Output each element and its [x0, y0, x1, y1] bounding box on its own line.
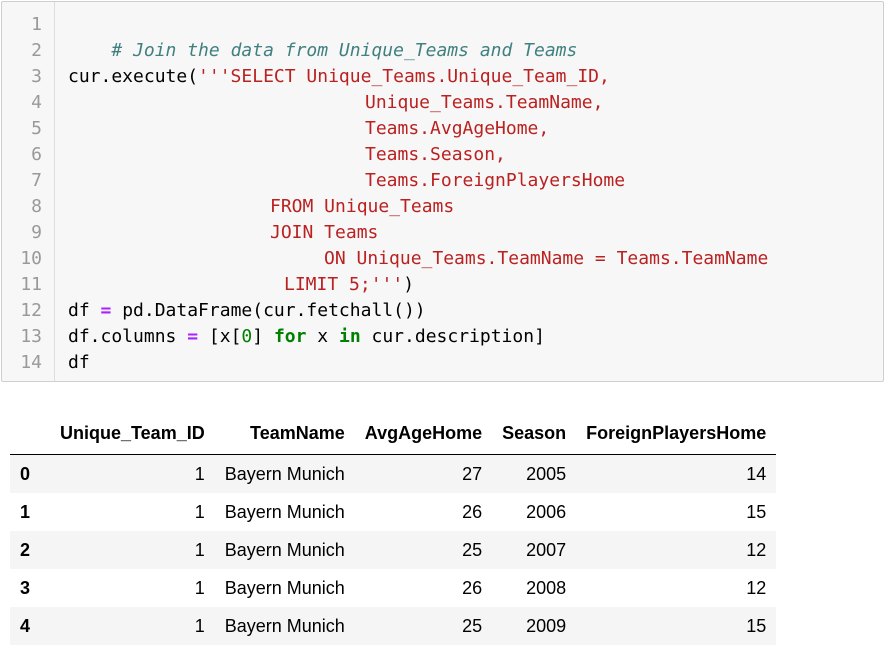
code-text: x	[306, 326, 339, 347]
column-header: TeamName	[214, 412, 355, 455]
code-line-1[interactable]: # Join the data from Unique_Teams and Te…	[68, 12, 577, 61]
row-index: 1	[20, 501, 31, 522]
code-line-9[interactable]: JOIN Teams	[270, 220, 378, 246]
cell-team-name: Bayern Munich	[224, 539, 345, 560]
code-line-5[interactable]: Teams.AvgAgeHome,	[365, 116, 549, 142]
code-operator: =	[100, 300, 112, 321]
cell-season: 2008	[526, 577, 567, 598]
cell-season: 2005	[526, 463, 567, 484]
dataframe-table: Unique_Team_ID TeamName AvgAgeHome Seaso…	[10, 412, 777, 645]
column-header: Unique_Team_ID	[50, 412, 215, 455]
cell-unique-team-id: 1	[194, 577, 205, 598]
sql-string: Teams.ForeignPlayersHome	[365, 170, 626, 191]
table-row: 2 1 Bayern Munich 25 2007 12	[10, 531, 777, 569]
line-number: 12	[20, 300, 42, 321]
sql-string: Teams.Season,	[365, 144, 506, 165]
cell-avg-age-home: 26	[462, 577, 483, 598]
cell-unique-team-id: 1	[194, 501, 205, 522]
code-line-4[interactable]: Unique_Teams.TeamName,	[365, 90, 603, 116]
cell-unique-team-id: 1	[194, 463, 205, 484]
sql-string: Teams.AvgAgeHome,	[365, 118, 550, 139]
sql-string: JOIN Teams	[270, 222, 379, 243]
cell-team-name: Bayern Munich	[224, 501, 345, 522]
sql-string: Unique_Teams.TeamName,	[365, 92, 604, 113]
cell-unique-team-id: 1	[194, 539, 205, 560]
table-row: 1 1 Bayern Munich 26 2006 15	[10, 493, 776, 531]
output-area: Unique_Team_ID TeamName AvgAgeHome Seaso…	[10, 412, 777, 645]
cell-team-name: Bayern Munich	[224, 577, 345, 598]
cell-avg-age-home: 26	[462, 501, 483, 522]
column-header: AvgAgeHome	[354, 412, 493, 455]
code-line-11[interactable]: LIMIT 5;''')	[284, 272, 414, 298]
line-number: 3	[31, 66, 42, 87]
cell-team-name: Bayern Munich	[224, 615, 345, 636]
code-text: df	[68, 300, 101, 321]
row-index: 4	[20, 615, 31, 636]
code-text: pd.DataFrame(cur.fetchall())	[111, 300, 426, 321]
cell-foreign-players-home: 12	[746, 577, 767, 598]
index-header	[10, 412, 50, 455]
cell-season: 2007	[526, 539, 567, 560]
code-line-14[interactable]: df	[68, 350, 90, 376]
code-text: df.columns	[68, 326, 188, 347]
line-number: 5	[31, 118, 42, 139]
column-header: Season	[492, 412, 577, 455]
code-cell[interactable]: 1 2 3 4 5 6 7 8 9 10 11 12 13 14 # Join …	[1, 1, 884, 382]
row-index: 3	[20, 577, 31, 598]
code-line-13[interactable]: df.columns = [x[0] for x in cur.descript…	[68, 324, 545, 350]
line-number: 13	[20, 326, 42, 347]
column-header: ForeignPlayersHome	[576, 412, 777, 455]
table-header-row: Unique_Team_ID TeamName AvgAgeHome Seaso…	[10, 412, 777, 455]
cell-avg-age-home: 27	[462, 463, 483, 484]
line-number: 4	[31, 92, 42, 113]
cell-foreign-players-home: 15	[746, 501, 767, 522]
line-number: 2	[31, 40, 42, 61]
code-call: cur.execute(	[68, 66, 199, 87]
code-keyword: in	[338, 326, 361, 347]
line-number: 11	[20, 274, 42, 295]
line-number: 7	[31, 170, 42, 191]
sql-string: ON Unique_Teams.TeamName = Teams.TeamNam…	[324, 248, 769, 269]
table-row: 4 1 Bayern Munich 25 2009 15	[10, 607, 777, 645]
sql-string: '''SELECT Unique_Teams.Unique_Team_ID,	[198, 66, 610, 87]
table-row: 3 1 Bayern Munich 26 2008 12	[10, 569, 776, 607]
code-line-8[interactable]: FROM Unique_Teams	[270, 194, 454, 220]
code-line-7[interactable]: Teams.ForeignPlayersHome	[365, 168, 625, 194]
code-number: 0	[241, 326, 253, 347]
row-index: 2	[20, 539, 31, 560]
sql-string: FROM Unique_Teams	[270, 196, 455, 217]
code-text: [x[	[198, 326, 242, 347]
row-index: 0	[20, 463, 31, 484]
line-number: 9	[31, 222, 42, 243]
line-number: 10	[20, 248, 42, 269]
code-keyword: for	[273, 326, 307, 347]
code-text: cur.description]	[360, 326, 545, 347]
line-number: 8	[31, 196, 42, 217]
code-operator: =	[187, 326, 199, 347]
sql-string: LIMIT 5;'''	[284, 274, 404, 295]
cell-foreign-players-home: 14	[746, 463, 767, 484]
line-number: 1	[31, 14, 42, 35]
code-text: ]	[252, 326, 274, 347]
code-line-6[interactable]: Teams.Season,	[365, 142, 506, 168]
cell-foreign-players-home: 15	[746, 615, 767, 636]
code-line-12[interactable]: df = pd.DataFrame(cur.fetchall())	[68, 298, 426, 324]
cell-team-name: Bayern Munich	[224, 463, 345, 484]
cell-unique-team-id: 1	[194, 615, 205, 636]
cell-season: 2006	[526, 501, 567, 522]
cell-avg-age-home: 25	[462, 539, 483, 560]
code-paren: )	[403, 274, 415, 295]
cell-avg-age-home: 25	[462, 615, 483, 636]
code-text: df	[68, 352, 90, 373]
code-line-10[interactable]: ON Unique_Teams.TeamName = Teams.TeamNam…	[324, 246, 768, 272]
cell-season: 2009	[526, 615, 567, 636]
code-comment: # Join the data from Unique_Teams and Te…	[111, 40, 578, 61]
cell-foreign-players-home: 12	[746, 539, 767, 560]
line-number: 14	[20, 352, 42, 373]
line-number-gutter: 1 2 3 4 5 6 7 8 9 10 11 12 13 14	[2, 2, 55, 381]
table-row: 0 1 Bayern Munich 27 2005 14	[10, 454, 777, 493]
line-number: 6	[31, 144, 42, 165]
code-line-3[interactable]: cur.execute('''SELECT Unique_Teams.Uniqu…	[68, 64, 610, 90]
